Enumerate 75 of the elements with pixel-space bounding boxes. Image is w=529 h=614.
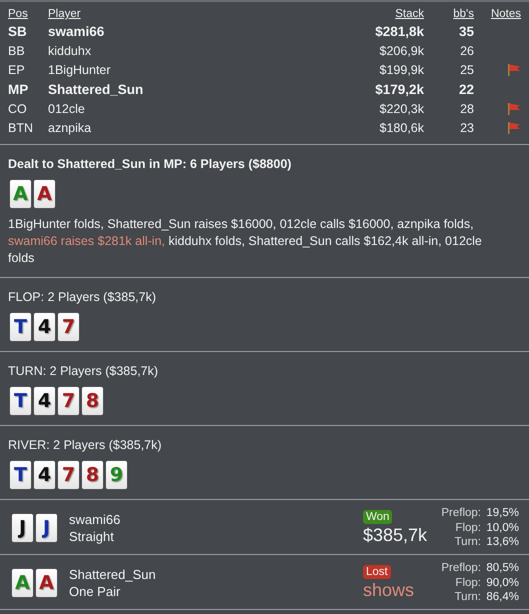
column-header[interactable]: Stack [324,8,424,20]
equity-value: 13,6% [485,535,519,550]
playing-card: T [10,386,31,415]
stack-cell-text: $281,8k [374,24,424,40]
column-header[interactable]: Notes [474,8,521,20]
playing-card: T [10,460,31,489]
playing-card: 7 [58,386,79,415]
player-cell-text: Shattered_Sun [48,82,144,98]
street-title: Dealt to Shattered_Sun in MP: 6 Players ($8800) [8,156,292,171]
action-text: 1BigHunter folds, Shattered_Sun raises $16000, 012cle calls $16000, aznpika folds, swami66 raises $281k all-in, kidduhx folds, Shattered_Sun calls $162,4k all-in, 012cle folds [8,216,483,267]
result-badge: Won [363,510,392,524]
playing-card: A [10,180,31,208]
playing-card: 4 [34,460,55,489]
playing-card: J [12,514,33,542]
playing-card: 7 [58,460,79,489]
player-name: swami66 [69,510,122,528]
bb-cell-text: 35 [458,24,474,40]
flag-icon[interactable] [507,121,521,136]
equity-label: Turn: [454,590,481,605]
player-cell-text: kidduhx [48,44,92,58]
stack-cell-text: $179,2k [374,82,424,98]
stack-cell-text: $180,6k [378,121,424,136]
result-badge: Lost [363,565,391,580]
position-cell-text: BB [8,44,26,58]
bb-cell-text: 23 [459,121,474,136]
player-cell-text: swami66 [48,24,106,40]
street-title: RIVER: 2 Players ($385,7k) [8,438,163,452]
bb-cell-text: 28 [459,102,474,116]
bb-cell-text: 25 [459,63,474,78]
playing-card: 4 [34,386,55,415]
position-cell-text: BTN [8,121,34,136]
equity-value: 10,0% [485,520,519,536]
stack-cell-text: $199,9k [378,63,424,78]
bb-cell-text: 26 [459,44,474,58]
position-cell-text: MP [8,82,30,98]
flag-icon[interactable] [507,102,521,116]
playing-card: A [12,568,33,597]
equity-value: 86,4% [485,590,519,605]
playing-card: 9 [106,460,127,489]
playing-card: 8 [82,386,103,415]
equity-label: Flop: [454,576,481,590]
equity-label: Preflop: [440,506,481,521]
equity-value: 80,5% [485,561,519,576]
playing-card: T [10,312,31,341]
playing-card: A [34,180,55,208]
street-title: TURN: 2 Players ($385,7k) [8,364,160,378]
equity-label: Flop: [454,520,481,536]
position-cell-text: CO [8,102,28,116]
equity-value: 19,5% [485,506,519,521]
equity-label: Turn: [454,535,481,550]
flag-icon[interactable] [507,63,521,78]
amount-text: shows [363,580,416,602]
hand-name: One Pair [69,582,122,600]
playing-card: A [36,568,57,597]
stack-cell-text: $206,9k [378,44,424,58]
player-name: Shattered_Sun [69,566,157,583]
column-header[interactable]: Player [48,8,324,20]
position-cell-text: SB [8,24,28,40]
equity-value: 90,0% [485,576,519,590]
column-header[interactable]: Pos [8,8,48,20]
player-cell-text: 1BigHunter [48,63,112,78]
street-title: FLOP: 2 Players ($385,7k) [8,290,157,304]
bb-cell-text: 22 [458,82,474,98]
column-header[interactable]: bb's [424,8,474,20]
playing-card: 8 [82,460,103,489]
amount-text: $385,7k [363,525,428,546]
playing-card: J [36,514,57,542]
player-cell-text: 012cle [48,102,86,116]
position-cell-text: EP [8,63,26,78]
player-cell-text: aznpika [48,121,92,136]
hand-name: Straight [69,528,115,545]
playing-card: 7 [58,312,79,341]
stack-cell-text: $220,3k [378,102,424,116]
equity-label: Preflop: [440,561,481,576]
playing-card: 4 [34,312,55,341]
